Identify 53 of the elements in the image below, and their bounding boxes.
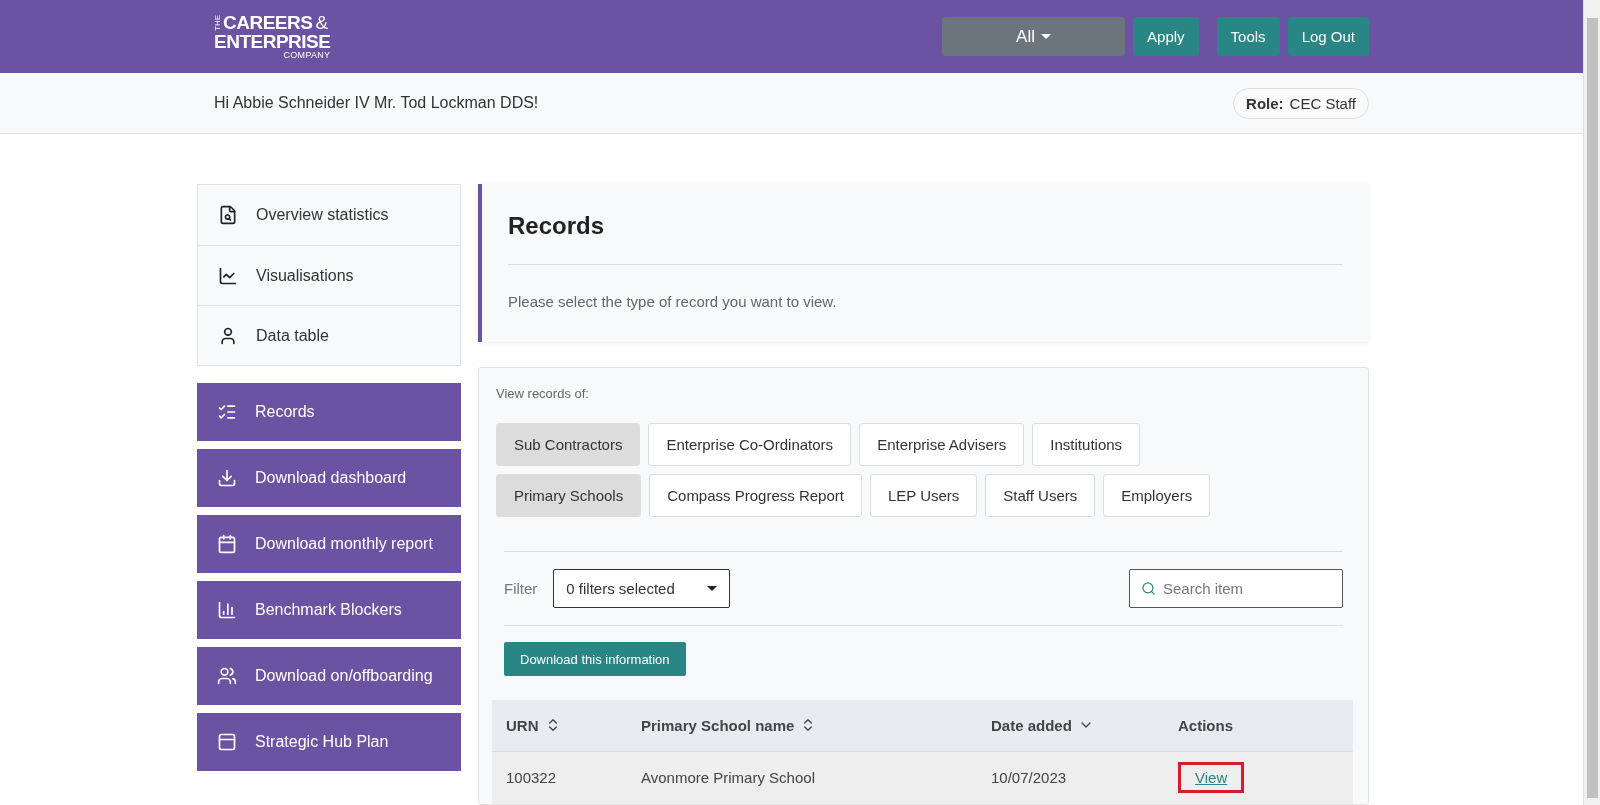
record-type-button[interactable]: Institutions	[1032, 423, 1141, 466]
column-header[interactable]: Date added	[977, 700, 1164, 751]
sidebar-action-button[interactable]: Download dashboard	[197, 449, 461, 507]
record-type-button[interactable]: Compass Progress Report	[649, 474, 862, 517]
greeting-text: Hi Abbie Schneider IV Mr. Tod Lockman DDS!	[214, 94, 539, 113]
action-icon	[217, 600, 237, 620]
header-button[interactable]: Tools	[1216, 17, 1280, 57]
action-icon	[217, 468, 237, 488]
record-type-button[interactable]: Staff Users	[985, 474, 1096, 517]
sidebar-action-button[interactable]: Strategic Hub Plan	[197, 713, 461, 771]
role-value: CEC Staff	[1289, 94, 1356, 112]
view-link[interactable]: View	[1178, 762, 1245, 794]
action-icon	[217, 402, 237, 422]
records-instructions: Please select the type of record you want to view.	[508, 293, 838, 310]
nav-icon	[218, 325, 238, 346]
action-icon	[217, 732, 237, 752]
header-button[interactable]: Log Out	[1287, 17, 1369, 57]
nav-item[interactable]: Overview statistics	[198, 185, 460, 245]
search-field[interactable]: Search item	[1129, 569, 1343, 608]
record-type-button[interactable]: Enterprise Advisers	[859, 423, 1025, 466]
header-button[interactable]: Apply	[1133, 17, 1199, 57]
nav-icon	[218, 265, 238, 286]
column-header[interactable]: Primary School name	[627, 700, 977, 751]
column-header: Actions	[1164, 700, 1353, 751]
sidebar-action-button[interactable]: Records	[197, 383, 461, 441]
record-type-button[interactable]: Employers	[1103, 474, 1211, 517]
role-label: Role:	[1246, 94, 1284, 112]
sidebar-action-button[interactable]: Download monthly report	[197, 515, 461, 573]
action-icon	[217, 534, 237, 554]
nav-item[interactable]: Data table	[198, 305, 460, 365]
caret-icon	[707, 586, 718, 591]
download-button[interactable]: Download this information	[504, 642, 686, 676]
view-records-label: View records of:	[496, 386, 590, 401]
record-type-button[interactable]: LEP Users	[869, 474, 978, 517]
nav-item[interactable]: Visualisations	[198, 245, 460, 305]
sidebar-action-button[interactable]: Benchmark Blockers	[197, 581, 461, 639]
sidebar-action-button[interactable]: Download on/offboarding	[197, 647, 461, 705]
record-type-button[interactable]: Primary Schools	[496, 474, 642, 517]
table-cell: Avonmore Primary School	[627, 751, 977, 804]
column-header[interactable]: URN	[492, 700, 627, 751]
company-logo: THE CAREERS& ENTERPRISE COMPANY	[214, 13, 331, 61]
search-icon	[1141, 581, 1156, 596]
record-type-button[interactable]: Enterprise Co-Ordinators	[648, 423, 852, 466]
records-title: Records	[508, 212, 1343, 265]
filter-label: Filter	[504, 580, 538, 597]
filter-select[interactable]: 0 filters selected	[553, 569, 731, 608]
record-type-button[interactable]: Sub Contractors	[496, 423, 641, 466]
table-cell: 100322	[492, 751, 627, 804]
filter-dropdown[interactable]: All	[942, 17, 1126, 57]
nav-icon	[218, 205, 238, 225]
table-cell: 10/07/2023	[977, 751, 1164, 804]
action-icon	[217, 666, 237, 686]
caret-icon	[1041, 34, 1051, 40]
